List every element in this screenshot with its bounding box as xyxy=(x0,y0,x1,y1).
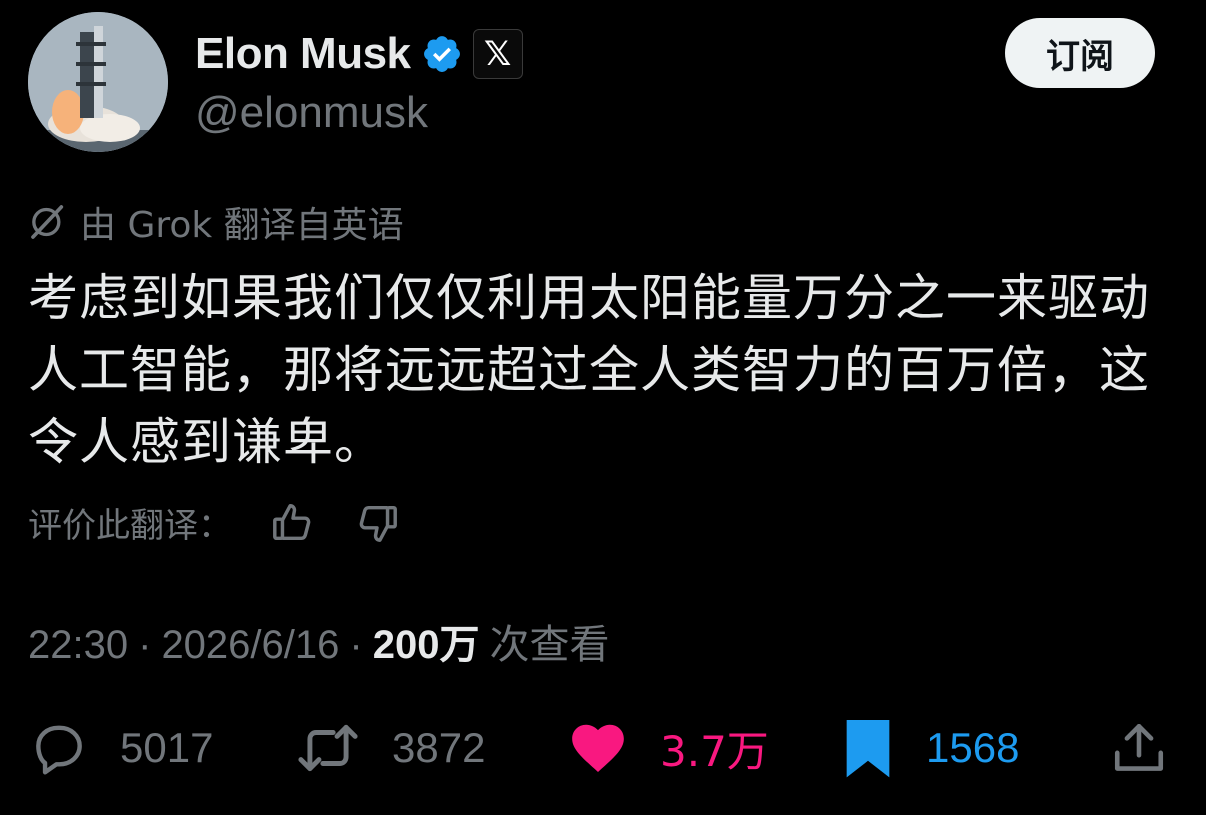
author-handle[interactable]: @elonmusk xyxy=(195,88,428,138)
retweet-icon xyxy=(298,724,358,772)
tweet-page: Elon Musk 𝕏 @elonmusk 订阅 由 Grok 翻译自英语 考虑… xyxy=(0,0,1206,815)
like-button[interactable]: 3.7万 xyxy=(566,716,769,780)
action-bar: 5017 3872 3.7万 1568 xyxy=(28,716,1178,780)
author-name-row: Elon Musk 𝕏 xyxy=(195,28,523,80)
reply-count: 5017 xyxy=(120,724,214,771)
share-button[interactable] xyxy=(1110,716,1168,780)
tweet-time[interactable]: 22:30 xyxy=(28,623,128,668)
avatar[interactable] xyxy=(28,12,168,152)
rate-translation-row: 评价此翻译： xyxy=(28,498,400,547)
retweet-button[interactable]: 3872 xyxy=(294,716,485,780)
translation-note[interactable]: 由 Grok 翻译自英语 xyxy=(28,196,404,248)
bookmark-count: 1568 xyxy=(926,724,1020,771)
view-count: 200万 xyxy=(372,623,480,667)
verified-badge-icon[interactable] xyxy=(421,33,463,75)
meta-separator: · xyxy=(138,623,152,667)
thumbs-up-icon[interactable] xyxy=(270,500,316,546)
heart-icon xyxy=(572,724,624,773)
meta-separator: · xyxy=(349,623,363,667)
reply-button[interactable]: 5017 xyxy=(28,716,213,780)
grok-icon xyxy=(28,202,68,242)
tweet-meta: 22:30 · 2026/6/16 · 200万 次查看 xyxy=(28,612,609,670)
subscribe-button[interactable]: 订阅 xyxy=(1005,18,1155,88)
bookmark-icon xyxy=(846,720,890,778)
share-icon xyxy=(1114,723,1164,771)
thumbs-down-icon[interactable] xyxy=(354,500,400,546)
rocket-launch-image xyxy=(28,12,168,152)
retweet-count: 3872 xyxy=(392,724,486,771)
tweet-date[interactable]: 2026/6/16 xyxy=(161,623,339,668)
view-count-label: 次查看 xyxy=(489,622,610,668)
reply-icon xyxy=(36,725,82,775)
translation-label: 由 Grok 翻译自英语 xyxy=(80,205,404,246)
rate-translation-label: 评价此翻译： xyxy=(28,506,232,546)
x-affiliate-badge[interactable]: 𝕏 xyxy=(472,29,523,79)
author-name[interactable]: Elon Musk xyxy=(195,29,411,79)
tweet-text: 考虑到如果我们仅仅利用太阳能量万分之一来驱动人工智能，那将远远超过全人类智力的百… xyxy=(28,269,1150,471)
bookmark-button[interactable]: 1568 xyxy=(840,716,1019,780)
like-count: 3.7万 xyxy=(660,726,769,776)
